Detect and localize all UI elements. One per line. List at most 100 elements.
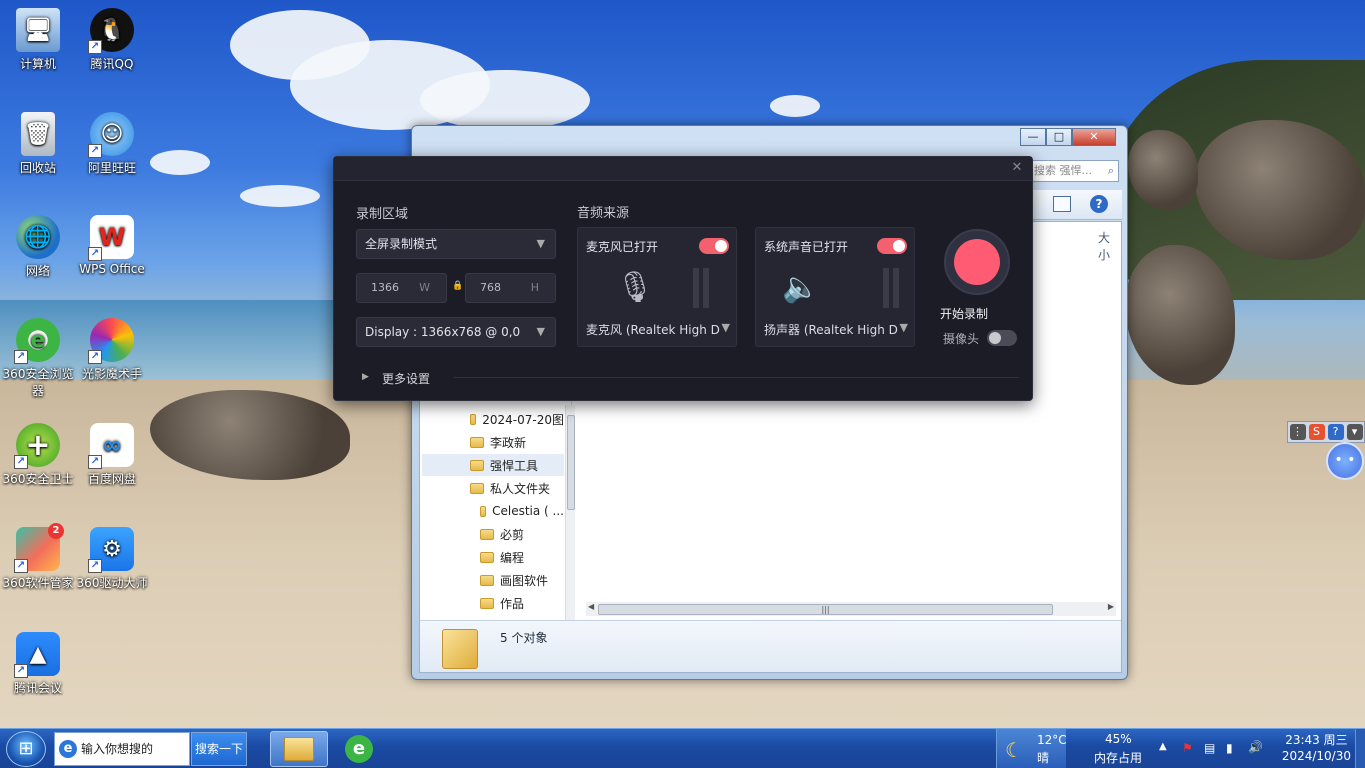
close-button[interactable]: ✕ — [1072, 128, 1116, 146]
chevron-down-icon[interactable]: ▼ — [722, 321, 730, 334]
tree-item[interactable]: 编程 — [480, 546, 564, 568]
scroll-left-icon[interactable]: ◀ — [588, 602, 594, 611]
sogou-icon[interactable]: S — [1308, 424, 1325, 440]
mic-toggle[interactable] — [699, 238, 729, 254]
shortcut-arrow-icon: ↗ — [88, 40, 102, 54]
system-tray: ☾ 12°C 晴 45% 内存占用 ▲ ⚑ ▤ ▮ 🔊 23:43 周三 202… — [996, 729, 1365, 768]
tree-item[interactable]: 画图软件 — [480, 569, 564, 591]
scroll-right-icon[interactable]: ▶ — [1108, 602, 1114, 611]
desktop-icon-360-guard[interactable]: + ↗ 360安全卫士 — [0, 423, 76, 487]
desktop-icon-label: 360驱动大师 — [76, 576, 148, 590]
taskbar-search-button[interactable]: 搜索一下 — [191, 732, 247, 766]
network-signal-icon[interactable]: ▮ — [1226, 741, 1233, 755]
maximize-button[interactable]: □ — [1046, 128, 1072, 146]
display-select[interactable]: Display : 1366x768 @ 0,0 ▼ — [356, 317, 556, 347]
weather-widget[interactable]: ☾ 12°C 晴 — [996, 729, 1067, 768]
help-icon[interactable]: ? — [1327, 424, 1344, 440]
taskbar-search-input[interactable]: e 输入你想搜的 — [54, 732, 190, 766]
speaker-icon: 🔈 — [782, 270, 820, 305]
tree-item[interactable]: 李政新 — [470, 431, 564, 453]
tree-item-label: 李政新 — [490, 435, 527, 450]
camera-toggle[interactable] — [987, 330, 1017, 346]
tree-vertical-scrollbar[interactable] — [565, 405, 575, 630]
caret-right-icon[interactable]: ▶ — [362, 372, 369, 382]
memory-label: 内存占用 — [1094, 751, 1143, 765]
width-unit: W — [419, 281, 430, 294]
tray-expand-icon[interactable]: ▲ — [1159, 741, 1167, 752]
more-settings-link[interactable]: 更多设置 — [382, 370, 430, 387]
desktop-icon-computer[interactable]: 🖥 计算机 — [0, 8, 76, 72]
chevron-down-icon[interactable]: ▾ — [1346, 424, 1363, 440]
tree-item[interactable]: 作品 — [480, 592, 564, 614]
desktop-icon-tencent-meeting[interactable]: ▲ ↗ 腾讯会议 — [0, 632, 76, 696]
search-icon: ⌕ — [1107, 164, 1114, 177]
notification-badge: 2 — [48, 523, 64, 539]
scrollbar-thumb[interactable]: ||| — [598, 604, 1053, 615]
start-record-label: 开始录制 — [940, 307, 989, 321]
folder-icon — [480, 551, 494, 563]
desktop-icon-360-driver[interactable]: ⚙ ↗ 360驱动大师 — [74, 527, 150, 591]
explorer-search-input[interactable]: 搜索 强悍... ⌕ — [1029, 160, 1119, 182]
shortcut-arrow-icon: ↗ — [88, 350, 102, 364]
speaker-device-select[interactable]: 扬声器 (Realtek High D — [764, 321, 904, 338]
height-input[interactable]: 768 H — [465, 273, 556, 303]
folder-icon — [470, 459, 484, 471]
desktop-icon-360-software[interactable]: 2 ↗ 360软件管家 — [0, 523, 76, 591]
device-icon[interactable]: ▤ — [1204, 741, 1215, 755]
wps-icon: W ↗ — [88, 215, 134, 261]
close-icon[interactable]: ✕ — [1010, 161, 1024, 175]
recorder-title-bar[interactable]: ✕ — [334, 157, 1032, 181]
qq-icon: 🐧 ↗ — [88, 8, 134, 54]
preview-pane-icon[interactable] — [1053, 196, 1071, 212]
clock-date: 2024/10/30 — [1281, 749, 1351, 763]
memory-percent[interactable]: 45% — [1105, 732, 1132, 746]
tree-item[interactable]: 2024-07-20图 — [470, 408, 564, 430]
start-record-button[interactable] — [944, 229, 1010, 295]
wallpaper-rock — [1125, 245, 1235, 385]
assistant-bubble-icon[interactable]: • • — [1326, 442, 1364, 480]
desktop-icon-recycle-bin[interactable]: 🗑 回收站 — [0, 112, 76, 176]
minimize-button[interactable]: — — [1020, 128, 1046, 146]
shortcut-arrow-icon: ↗ — [14, 350, 28, 364]
show-desktop-button[interactable] — [1355, 729, 1365, 768]
column-header-size[interactable]: 大小 — [1098, 229, 1121, 263]
width-input[interactable]: 1366 W — [356, 273, 447, 303]
object-count: 5 个对象 — [500, 631, 548, 645]
record-mode-select[interactable]: 全屏录制模式 ▼ — [356, 229, 556, 259]
desktop-icon-qq[interactable]: 🐧 ↗ 腾讯QQ — [74, 8, 150, 72]
action-center-icon[interactable]: ⚑ — [1182, 741, 1193, 755]
tree-item[interactable]: 私人文件夹 — [470, 477, 564, 499]
tree-item[interactable]: Celestia ( ... — [480, 500, 564, 522]
desktop-icon-label: 360软件管家 — [2, 576, 74, 590]
scrollbar-thumb[interactable] — [567, 415, 575, 510]
system-audio-toggle[interactable] — [877, 238, 907, 254]
window-controls: — □ ✕ — [1020, 128, 1116, 146]
start-button[interactable]: ⊞ — [6, 731, 46, 767]
mic-device-select[interactable]: 麦克风 (Realtek High D — [586, 321, 726, 338]
desktop-icon-label: 回收站 — [19, 161, 56, 175]
ime-toolbar[interactable]: ⋮ S ? ▾ — [1287, 421, 1365, 443]
desktop-icon-photo-tool[interactable]: ↗ 光影魔术手 — [74, 318, 150, 382]
clock[interactable]: 23:43 周三 2024/10/30 — [1282, 732, 1351, 764]
help-icon[interactable]: ? — [1090, 195, 1108, 213]
desktop-icon-network[interactable]: 🌐 网络 — [0, 215, 76, 279]
chevron-down-icon[interactable]: ▼ — [900, 321, 908, 334]
desktop-icon-360-browser[interactable]: e ↗ 360安全浏览器 — [0, 318, 76, 399]
taskbar-360-browser-button[interactable]: e — [330, 731, 388, 767]
desktop-icon-label: 百度网盘 — [87, 472, 136, 486]
aspect-lock-icon[interactable]: 🔒 — [452, 281, 463, 291]
shortcut-arrow-icon: ↗ — [88, 247, 102, 261]
tree-item-selected[interactable]: 强悍工具 — [422, 454, 564, 476]
shortcut-arrow-icon: ↗ — [88, 559, 102, 573]
moon-icon: ☾ — [1005, 738, 1023, 762]
volume-icon[interactable]: 🔊 — [1248, 740, 1263, 754]
desktop-icon-aliwangwang[interactable]: ☺ ↗ 阿里旺旺 — [74, 112, 150, 176]
divider — [454, 377, 1019, 378]
desktop-icon-wps[interactable]: W ↗ WPS Office — [74, 215, 150, 276]
desktop-icon-label: 计算机 — [19, 57, 56, 71]
taskbar-explorer-button[interactable] — [270, 731, 328, 767]
content-horizontal-scrollbar[interactable]: ◀ ||| ▶ — [586, 602, 1116, 616]
desktop-icon-baidu-netdisk[interactable]: ∞ ↗ 百度网盘 — [74, 423, 150, 487]
tree-item[interactable]: 必剪 — [480, 523, 564, 545]
folder-icon — [480, 574, 494, 586]
